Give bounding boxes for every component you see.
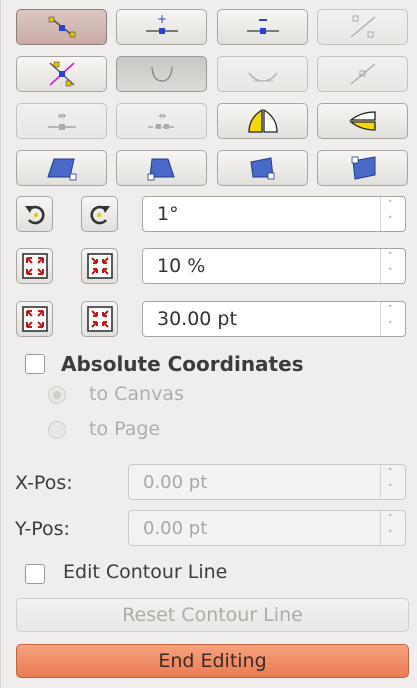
x-pos-label: X-Pos: [15, 472, 73, 494]
absolute-coordinates-label: Absolute Coordinates [61, 352, 304, 376]
svg-text:⇸: ⇸ [157, 111, 165, 122]
shrink-distance-button[interactable] [81, 301, 118, 337]
split-curve-icon [350, 15, 375, 38]
transparency-mode-button[interactable] [317, 150, 408, 186]
expand-icon [21, 253, 48, 279]
shrink-icon [86, 306, 113, 332]
distance-spin-arrows[interactable]: ˄ ˅ [380, 302, 405, 336]
x-pos-spin-arrows[interactable]: ˄ ˅ [380, 465, 405, 499]
spin-down-icon: ˅ [388, 484, 393, 494]
to-canvas-radio[interactable] [48, 386, 66, 404]
enlarge-distance-button[interactable] [16, 301, 53, 337]
close-bezier-button[interactable] [317, 56, 408, 92]
move-points-button[interactable] [16, 9, 107, 45]
perspective-icon [147, 158, 175, 181]
scale-spin-arrows[interactable]: ˄ ˅ [380, 249, 405, 283]
distance-spinbox[interactable]: 30.00 pt ˄ ˅ [142, 301, 406, 337]
enlarge-button[interactable] [16, 248, 53, 284]
insert-points-button[interactable]: + [116, 9, 207, 45]
symmetric-transition-button[interactable] [217, 56, 308, 92]
to-page-label: to Page [89, 418, 161, 440]
reduce-points-button[interactable]: ⇸ [116, 103, 207, 139]
distort-icon [46, 158, 76, 181]
x-pos-spinbox[interactable]: 0.00 pt ˄ ˅ [128, 464, 406, 500]
eliminate-points-icon: ⇹ [47, 111, 76, 130]
edit-contour-line-checkbox[interactable] [25, 564, 45, 584]
set-to-circle-button[interactable] [217, 150, 308, 186]
to-canvas-label: to Canvas [89, 383, 184, 405]
convert-curve-icon [48, 61, 75, 87]
rotate-left-button[interactable] [16, 196, 53, 232]
flip-horizontal-icon [348, 111, 376, 131]
to-page-radio[interactable] [48, 421, 66, 439]
rotate-right-button[interactable] [81, 196, 118, 232]
spin-down-icon: ˅ [388, 216, 393, 226]
convert-to-curve-button[interactable] [16, 56, 107, 92]
eliminate-points-button[interactable]: ⇹ [16, 103, 107, 139]
reset-contour-line-label: Reset Contour Line [122, 604, 303, 626]
slant-icon [249, 157, 274, 180]
svg-text:+: + [156, 12, 166, 26]
delete-points-button[interactable] [217, 9, 308, 45]
rotate-3d-icon [351, 156, 375, 180]
reduce-points-icon: ⇸ [147, 111, 176, 129]
scale-percent-spinbox[interactable]: 10 % ˄ ˅ [142, 248, 406, 284]
flip-vertical-icon [247, 108, 278, 133]
delete-point-icon [246, 19, 279, 34]
rotation-spin-arrows[interactable]: ˄ ˅ [380, 197, 405, 231]
spin-up-icon: ˄ [388, 252, 393, 262]
rotate-mode-button[interactable] [217, 103, 308, 139]
rotate-right-icon [89, 205, 110, 225]
absolute-coordinates-checkbox[interactable] [25, 354, 45, 374]
distort-mode-button[interactable] [16, 150, 107, 186]
expand-icon [21, 306, 48, 332]
y-pos-value: 0.00 pt [143, 518, 208, 539]
edit-contour-line-label: Edit Contour Line [63, 561, 228, 583]
rotate-left-icon [24, 205, 45, 225]
y-pos-spinbox[interactable]: 0.00 pt ˄ ˅ [128, 510, 406, 546]
spin-up-icon: ˄ [388, 200, 393, 210]
rotation-angle-value: 1° [157, 203, 179, 225]
svg-text:⇹: ⇹ [57, 111, 65, 122]
smooth-transition-icon [150, 66, 173, 82]
rotation-angle-spinbox[interactable]: 1° ˄ ˅ [142, 196, 406, 232]
end-editing-button[interactable]: End Editing [16, 644, 409, 678]
spin-down-icon: ˅ [388, 530, 393, 540]
spin-up-icon: ˄ [388, 514, 393, 524]
shear-mode-button[interactable] [317, 103, 408, 139]
smooth-transition-button[interactable] [116, 56, 207, 92]
reset-contour-line-button[interactable]: Reset Contour Line [16, 598, 409, 632]
end-editing-label: End Editing [158, 650, 267, 672]
y-pos-label: Y-Pos: [15, 518, 70, 540]
scale-percent-value: 10 % [157, 255, 206, 277]
move-points-icon [48, 16, 75, 38]
set-perspective-button[interactable] [116, 150, 207, 186]
insert-point-icon: + [145, 12, 178, 34]
shrink-icon [86, 253, 113, 279]
distance-value: 30.00 pt [157, 308, 237, 330]
spin-down-icon: ˅ [388, 321, 393, 331]
symmetric-transition-icon [247, 72, 278, 82]
close-bezier-icon [350, 63, 375, 85]
spin-up-icon: ˄ [388, 305, 393, 315]
split-curve-button[interactable] [317, 9, 408, 45]
x-pos-value: 0.00 pt [143, 472, 208, 493]
spin-up-icon: ˄ [388, 468, 393, 478]
shrink-button[interactable] [81, 248, 118, 284]
spin-down-icon: ˅ [388, 268, 393, 278]
y-pos-spin-arrows[interactable]: ˄ ˅ [380, 511, 405, 545]
node-edit-panel: + ⇹ ⇸ 1° ˄ ˅ 10 % ˄ ˅ 30.00 pt ˄ ˅ Absol… [0, 0, 417, 688]
